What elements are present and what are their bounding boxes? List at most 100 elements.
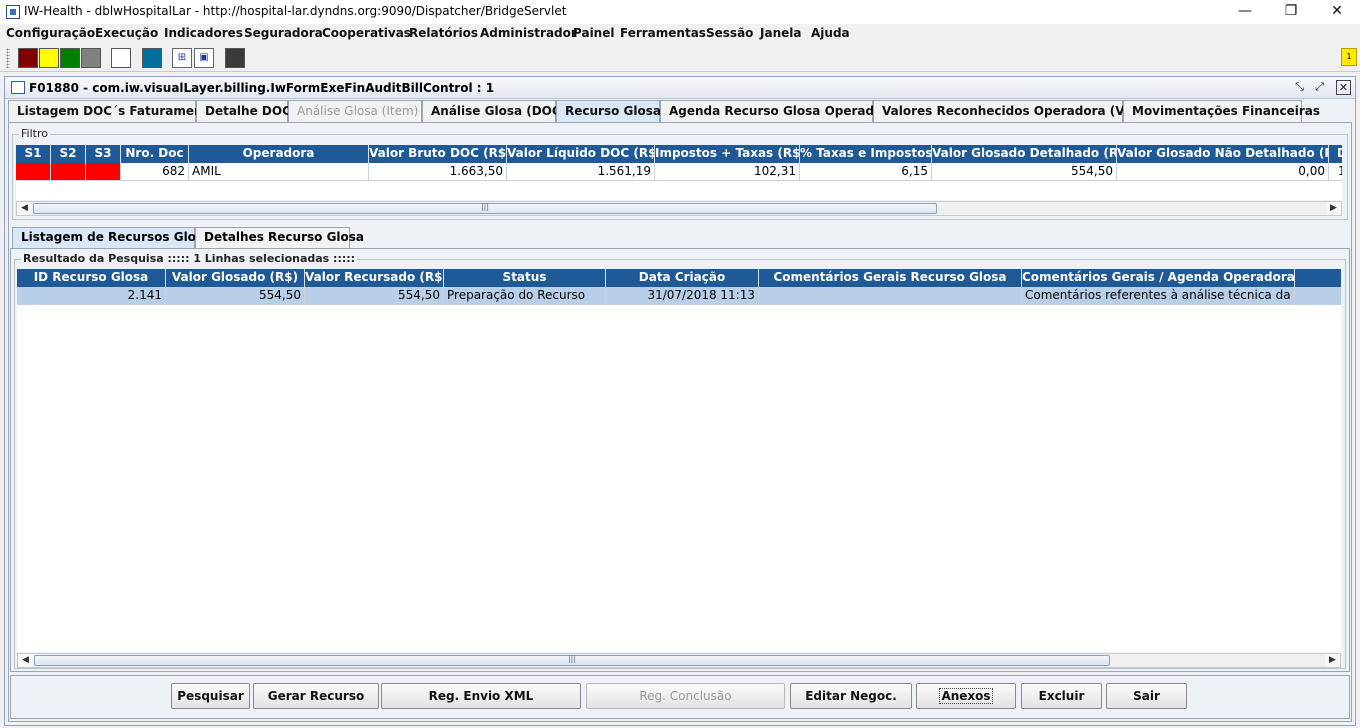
window-title: IW-Health - dblwHospitalLar - http://hos… — [24, 4, 567, 18]
maximize-icon[interactable]: ❐ — [1268, 0, 1314, 24]
menu-sessao[interactable]: Sessão — [706, 26, 753, 40]
tab-valores-vro[interactable]: Valores Reconhecidos Operadora (VRO) — [873, 100, 1149, 122]
color-swatch-green[interactable] — [60, 48, 80, 68]
gerar-recurso-button[interactable]: Gerar Recurso — [253, 683, 379, 709]
menu-execucao[interactable]: Execução — [95, 26, 158, 40]
frame-title-bar: F01880 - com.iw.visualLayer.billing.IwFo… — [5, 77, 1355, 99]
window-title-bar: IW-Health - dblwHospitalLar - http://hos… — [0, 0, 1360, 24]
dark-panel-icon[interactable] — [225, 48, 245, 68]
menu-configuracao[interactable]: Configuração — [6, 26, 95, 40]
scroll-thumb[interactable] — [34, 655, 1110, 666]
color-swatch-maroon[interactable] — [18, 48, 38, 68]
col-impostos-taxas[interactable]: Impostos + Taxas (R$) — [655, 145, 800, 163]
col-pct-taxas[interactable]: % Taxas e Impostos — [800, 145, 932, 163]
excluir-button[interactable]: Excluir — [1021, 683, 1102, 709]
col-valor-bruto[interactable]: Valor Bruto DOC (R$) — [369, 145, 507, 163]
app-icon — [6, 5, 20, 19]
menu-ajuda[interactable]: Ajuda — [811, 26, 850, 40]
anexos-button[interactable]: Anexos — [916, 683, 1016, 709]
cell-pct-taxas: 6,15 — [800, 163, 932, 181]
cell-valor-liquido: 1.561,19 — [507, 163, 655, 181]
cell-valor-bruto: 1.663,50 — [369, 163, 507, 181]
cell-d: 1 — [1329, 163, 1342, 181]
scroll-left-arrow-icon[interactable]: ◀ — [17, 202, 32, 215]
col-status[interactable]: Status — [444, 269, 606, 287]
col-valor-recursado[interactable]: Valor Recursado (R$) — [305, 269, 444, 287]
results-table-header: ID Recurso Glosa Valor Glosado (R$) Valo… — [17, 269, 1341, 287]
results-hscrollbar[interactable]: ◀ ▶ — [17, 653, 1341, 668]
color-swatch-teal[interactable] — [142, 48, 162, 68]
subtab-listagem-recursos[interactable]: Listagem de Recursos Glosa — [12, 227, 211, 248]
col-data-criacao[interactable]: Data Criação — [606, 269, 759, 287]
col-comentarios-agenda[interactable]: Comentários Gerais / Agenda Operadora — [1022, 269, 1295, 287]
close-icon[interactable]: ✕ — [1314, 0, 1360, 24]
col-nro-doc[interactable]: Nro. Doc — [121, 145, 189, 163]
color-swatch-yellow[interactable] — [39, 48, 59, 68]
pesquisar-button[interactable]: Pesquisar — [171, 683, 250, 709]
maximize-frame-icon[interactable]: ⤢ — [1312, 80, 1327, 95]
sair-button[interactable]: Sair — [1106, 683, 1187, 709]
cell-operadora: AMIL — [189, 163, 369, 181]
cell-id-recurso: 2.141 — [17, 287, 166, 305]
tab-agenda-recurso[interactable]: Agenda Recurso Glosa Operadora — [660, 100, 896, 122]
results-table: ID Recurso Glosa Valor Glosado (R$) Valo… — [17, 269, 1341, 652]
col-glosado-nao-detalhado[interactable]: Valor Glosado Não Detalhado (R$) — [1117, 145, 1329, 163]
editar-negoc-button[interactable]: Editar Negoc. — [790, 683, 912, 709]
cell-impostos-taxas: 102,31 — [655, 163, 800, 181]
notification-badge[interactable]: 1 — [1341, 48, 1357, 66]
scroll-right-arrow-icon[interactable]: ▶ — [1326, 202, 1341, 215]
tab-analise-glosa-doc[interactable]: Análise Glosa (DOC) — [422, 100, 566, 122]
anexos-button-label: Anexos — [939, 688, 993, 704]
cell-status: Preparação do Recurso — [444, 287, 606, 305]
minimize-icon[interactable]: — — [1222, 0, 1268, 24]
color-swatch-gray[interactable] — [81, 48, 101, 68]
tab-detalhe-doc[interactable]: Detalhe DOC — [196, 100, 291, 122]
scroll-left-arrow-icon[interactable]: ◀ — [18, 654, 33, 667]
menu-relatorios[interactable]: Relatórios — [409, 26, 478, 40]
menu-janela[interactable]: Janela — [760, 26, 801, 40]
menu-ferramentas[interactable]: Ferramentas — [620, 26, 706, 40]
filter-table: S1 S2 S3 Nro. Doc Operadora Valor Bruto … — [16, 145, 1342, 200]
filter-hscrollbar[interactable]: ◀ ▶ — [16, 201, 1342, 216]
table-row[interactable]: 2.141 554,50 554,50 Preparação do Recurs… — [17, 287, 1341, 305]
col-d[interactable]: D — [1329, 145, 1342, 163]
col-operadora[interactable]: Operadora — [189, 145, 369, 163]
cell-nro-doc: 682 — [121, 163, 189, 181]
subtab-detalhes-recurso[interactable]: Detalhes Recurso Glosa — [195, 227, 364, 248]
scroll-right-arrow-icon[interactable]: ▶ — [1325, 654, 1340, 667]
menu-cooperativas[interactable]: Cooperativas — [322, 26, 411, 40]
filter-table-header: S1 S2 S3 Nro. Doc Operadora Valor Bruto … — [16, 145, 1342, 163]
reg-conclusao-button: Reg. Conclusão — [586, 683, 785, 709]
color-swatch-white[interactable] — [111, 48, 131, 68]
restore-icon[interactable]: ⤡ — [1292, 80, 1307, 95]
tab-movimentacoes[interactable]: Movimentações Financeiras — [1123, 100, 1320, 122]
col-valor-liquido[interactable]: Valor Líquido DOC (R$) — [507, 145, 655, 163]
scroll-thumb[interactable] — [33, 203, 937, 214]
menu-administrador[interactable]: Administrador — [480, 26, 577, 40]
table-row[interactable]: 682 AMIL 1.663,50 1.561,19 102,31 6,15 5… — [16, 163, 1342, 181]
reg-envio-xml-button[interactable]: Reg. Envio XML — [381, 683, 581, 709]
menu-painel[interactable]: Painel — [573, 26, 614, 40]
menu-indicadores[interactable]: Indicadores — [164, 26, 243, 40]
col-valor-glosado[interactable]: Valor Glosado (R$) — [166, 269, 305, 287]
tab-recurso-glosa[interactable]: Recurso Glosa — [556, 100, 661, 122]
cell-comentarios-agenda: Comentários referentes à análise técnica… — [1022, 287, 1295, 305]
filter-legend: Filtro — [19, 127, 50, 140]
cell-glosado-detalhado: 554,50 — [932, 163, 1117, 181]
menu-seguradora[interactable]: Seguradora — [244, 26, 323, 40]
results-legend: Resultado da Pesquisa ::::: 1 Linhas sel… — [21, 252, 358, 265]
col-s3[interactable]: S3 — [86, 145, 121, 163]
tab-analise-glosa-item: Análise Glosa (Item) — [288, 100, 422, 122]
col-s2[interactable]: S2 — [51, 145, 86, 163]
cell-valor-glosado: 554,50 — [166, 287, 305, 305]
col-id-recurso[interactable]: ID Recurso Glosa — [17, 269, 166, 287]
col-comentarios-recurso[interactable]: Comentários Gerais Recurso Glosa — [759, 269, 1022, 287]
tab-listagem-docs[interactable]: Listagem DOC´s Faturamento — [8, 100, 217, 122]
tree-icon[interactable]: ⊞ — [172, 48, 192, 68]
close-frame-icon[interactable]: ✕ — [1336, 80, 1351, 95]
col-glosado-detalhado[interactable]: Valor Glosado Detalhado (R$) — [932, 145, 1117, 163]
windows-icon[interactable]: ▣ — [194, 48, 214, 68]
cell-valor-recursado: 554,50 — [305, 287, 444, 305]
toolbar-grip[interactable] — [6, 48, 10, 68]
col-s1[interactable]: S1 — [16, 145, 51, 163]
